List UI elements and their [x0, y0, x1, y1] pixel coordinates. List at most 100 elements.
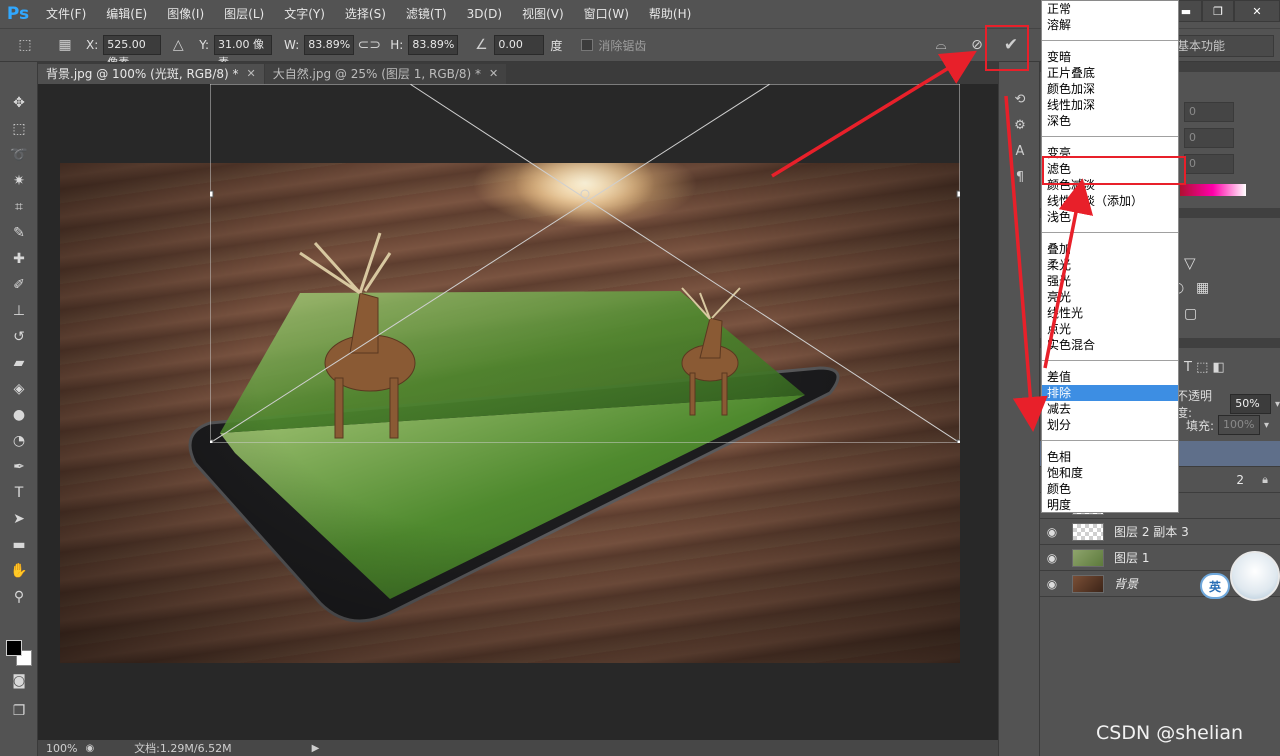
- chevron-down-icon[interactable]: ▾: [1275, 399, 1280, 410]
- blend-mode-option[interactable]: 色相: [1042, 449, 1178, 465]
- blend-mode-option[interactable]: 线性减淡（添加）: [1042, 193, 1178, 209]
- blend-mode-option[interactable]: 变亮: [1042, 145, 1178, 161]
- transform-handle[interactable]: [956, 439, 960, 443]
- blend-mode-option[interactable]: 线性光: [1042, 305, 1178, 321]
- screen-mode-icon[interactable]: ❐: [0, 698, 38, 724]
- panel-value-input[interactable]: 0: [1184, 102, 1234, 122]
- transform-handle[interactable]: [956, 190, 960, 198]
- tab-close-icon[interactable]: ✕: [247, 64, 256, 84]
- magic-wand-tool-icon[interactable]: ✷: [0, 168, 38, 194]
- color-ramp[interactable]: [1180, 184, 1246, 196]
- blur-tool-icon[interactable]: ●: [0, 402, 38, 428]
- reference-point-icon[interactable]: ▦: [54, 34, 76, 56]
- menu-item[interactable]: 文件(F): [36, 0, 96, 28]
- transform-handle[interactable]: [210, 190, 214, 198]
- paragraph-panel-icon[interactable]: ¶: [999, 164, 1041, 190]
- canvas-area[interactable]: [38, 84, 998, 740]
- blend-mode-option[interactable]: 正常: [1042, 1, 1178, 17]
- menu-item[interactable]: 文字(Y): [274, 0, 335, 28]
- menu-item[interactable]: 图像(I): [157, 0, 214, 28]
- blend-mode-option[interactable]: 排除: [1042, 385, 1178, 401]
- crop-tool-icon[interactable]: ⌗: [0, 194, 38, 220]
- blend-mode-option[interactable]: 浅色: [1042, 209, 1178, 225]
- width-input[interactable]: 83.89%: [304, 35, 355, 55]
- menu-item[interactable]: 帮助(H): [639, 0, 701, 28]
- menu-item[interactable]: 图层(L): [214, 0, 274, 28]
- blend-mode-option[interactable]: 线性加深: [1042, 97, 1178, 113]
- menu-item[interactable]: 窗口(W): [574, 0, 639, 28]
- workspace-select[interactable]: 基本功能: [1170, 35, 1274, 57]
- tab-nature-jpg[interactable]: 大自然.jpg @ 25% (图层 1, RGB/8) * ✕: [264, 64, 507, 84]
- table-icon[interactable]: ▦: [1196, 280, 1209, 296]
- restore-icon[interactable]: ❐: [1202, 0, 1234, 22]
- eyedropper-tool-icon[interactable]: ✎: [0, 220, 38, 246]
- zoom-level[interactable]: 100%: [38, 742, 85, 755]
- menu-item[interactable]: 3D(D): [457, 0, 512, 28]
- blend-mode-option[interactable]: 滤色: [1042, 161, 1178, 177]
- marquee-tool-icon[interactable]: ⬚: [0, 116, 38, 142]
- status-arrow-icon[interactable]: ▶: [312, 743, 320, 754]
- cancel-transform-icon[interactable]: ⊘: [966, 34, 988, 56]
- move-tool-icon[interactable]: ✥: [0, 90, 38, 116]
- tab-background-jpg[interactable]: 背景.jpg @ 100% (光斑, RGB/8) * ✕: [38, 64, 264, 84]
- height-input[interactable]: 83.89%: [408, 35, 459, 55]
- layer-row[interactable]: ◉ 图层 2 副本 3: [1040, 519, 1280, 545]
- blend-mode-option[interactable]: 颜色减淡: [1042, 177, 1178, 193]
- blend-mode-option[interactable]: 划分: [1042, 417, 1178, 433]
- blend-mode-option[interactable]: 颜色: [1042, 481, 1178, 497]
- status-info-icon[interactable]: ◉: [85, 743, 94, 754]
- angle-input[interactable]: 0.00: [494, 35, 545, 55]
- gradient-icon[interactable]: ▽: [1184, 254, 1196, 272]
- type-tool-icon[interactable]: T: [0, 480, 38, 506]
- eraser-tool-icon[interactable]: ▰: [0, 350, 38, 376]
- character-panel-icon[interactable]: A: [999, 138, 1041, 164]
- chevron-down-icon[interactable]: ▾: [1264, 420, 1269, 431]
- panel-value-input[interactable]: 0: [1184, 128, 1234, 148]
- eye-icon[interactable]: ◉: [1040, 525, 1064, 539]
- menu-item[interactable]: 滤镜(T): [396, 0, 457, 28]
- delta-icon[interactable]: △: [167, 34, 189, 56]
- layer-filter-icons[interactable]: T ⬚ ◧: [1184, 360, 1225, 375]
- eye-icon[interactable]: ◉: [1040, 577, 1064, 591]
- ime-indicator[interactable]: 英: [1200, 573, 1230, 599]
- healing-brush-tool-icon[interactable]: ✚: [0, 246, 38, 272]
- mask-icon[interactable]: ▢: [1184, 306, 1197, 322]
- hand-tool-icon[interactable]: ✋: [0, 558, 38, 584]
- blend-mode-option[interactable]: 点光: [1042, 321, 1178, 337]
- free-transform-box[interactable]: [210, 84, 960, 443]
- transform-tool-icon[interactable]: ⬚: [14, 34, 36, 56]
- history-panel-icon[interactable]: ⟲: [999, 86, 1041, 112]
- blend-mode-option[interactable]: 深色: [1042, 113, 1178, 129]
- x-position-input[interactable]: 525.00 像素: [103, 35, 162, 69]
- menu-item[interactable]: 选择(S): [335, 0, 396, 28]
- blend-mode-option[interactable]: 变暗: [1042, 49, 1178, 65]
- fill-input[interactable]: 100%: [1218, 415, 1261, 435]
- clone-stamp-tool-icon[interactable]: ⊥: [0, 298, 38, 324]
- y-position-input[interactable]: 31.00 像素: [214, 35, 273, 69]
- history-brush-tool-icon[interactable]: ↺: [0, 324, 38, 350]
- close-icon[interactable]: ✕: [1234, 0, 1280, 22]
- blend-mode-option[interactable]: 颜色加深: [1042, 81, 1178, 97]
- zoom-tool-icon[interactable]: ⚲: [0, 584, 38, 610]
- opacity-input[interactable]: 50%: [1230, 394, 1271, 414]
- blend-mode-option[interactable]: 实色混合: [1042, 337, 1178, 353]
- foreground-color-swatch[interactable]: [6, 640, 22, 656]
- path-selection-tool-icon[interactable]: ➤: [0, 506, 38, 532]
- blend-mode-dropdown[interactable]: 正常 溶解 变暗 正片叠底 颜色加深 线性加深 深色 变亮 滤色 颜色减淡 线性减淡（添加） 浅色 叠加…: [1041, 0, 1179, 513]
- assistant-avatar[interactable]: [1230, 551, 1280, 601]
- blend-mode-option[interactable]: 亮光: [1042, 289, 1178, 305]
- panel-value-input[interactable]: 0: [1184, 154, 1234, 174]
- menu-item[interactable]: 编辑(E): [96, 0, 157, 28]
- properties-panel-icon[interactable]: ⚙: [999, 112, 1041, 138]
- commit-transform-icon[interactable]: ✔: [1000, 34, 1022, 56]
- menu-item[interactable]: 视图(V): [512, 0, 574, 28]
- brush-tool-icon[interactable]: ✐: [0, 272, 38, 298]
- blend-mode-option[interactable]: 叠加: [1042, 241, 1178, 257]
- transform-handle[interactable]: [210, 439, 214, 443]
- blend-mode-option[interactable]: 强光: [1042, 273, 1178, 289]
- blend-mode-option[interactable]: 减去: [1042, 401, 1178, 417]
- transform-center-point[interactable]: [580, 189, 590, 199]
- paint-bucket-tool-icon[interactable]: ◈: [0, 376, 38, 402]
- dodge-tool-icon[interactable]: ◔: [0, 428, 38, 454]
- eye-icon[interactable]: ◉: [1040, 551, 1064, 565]
